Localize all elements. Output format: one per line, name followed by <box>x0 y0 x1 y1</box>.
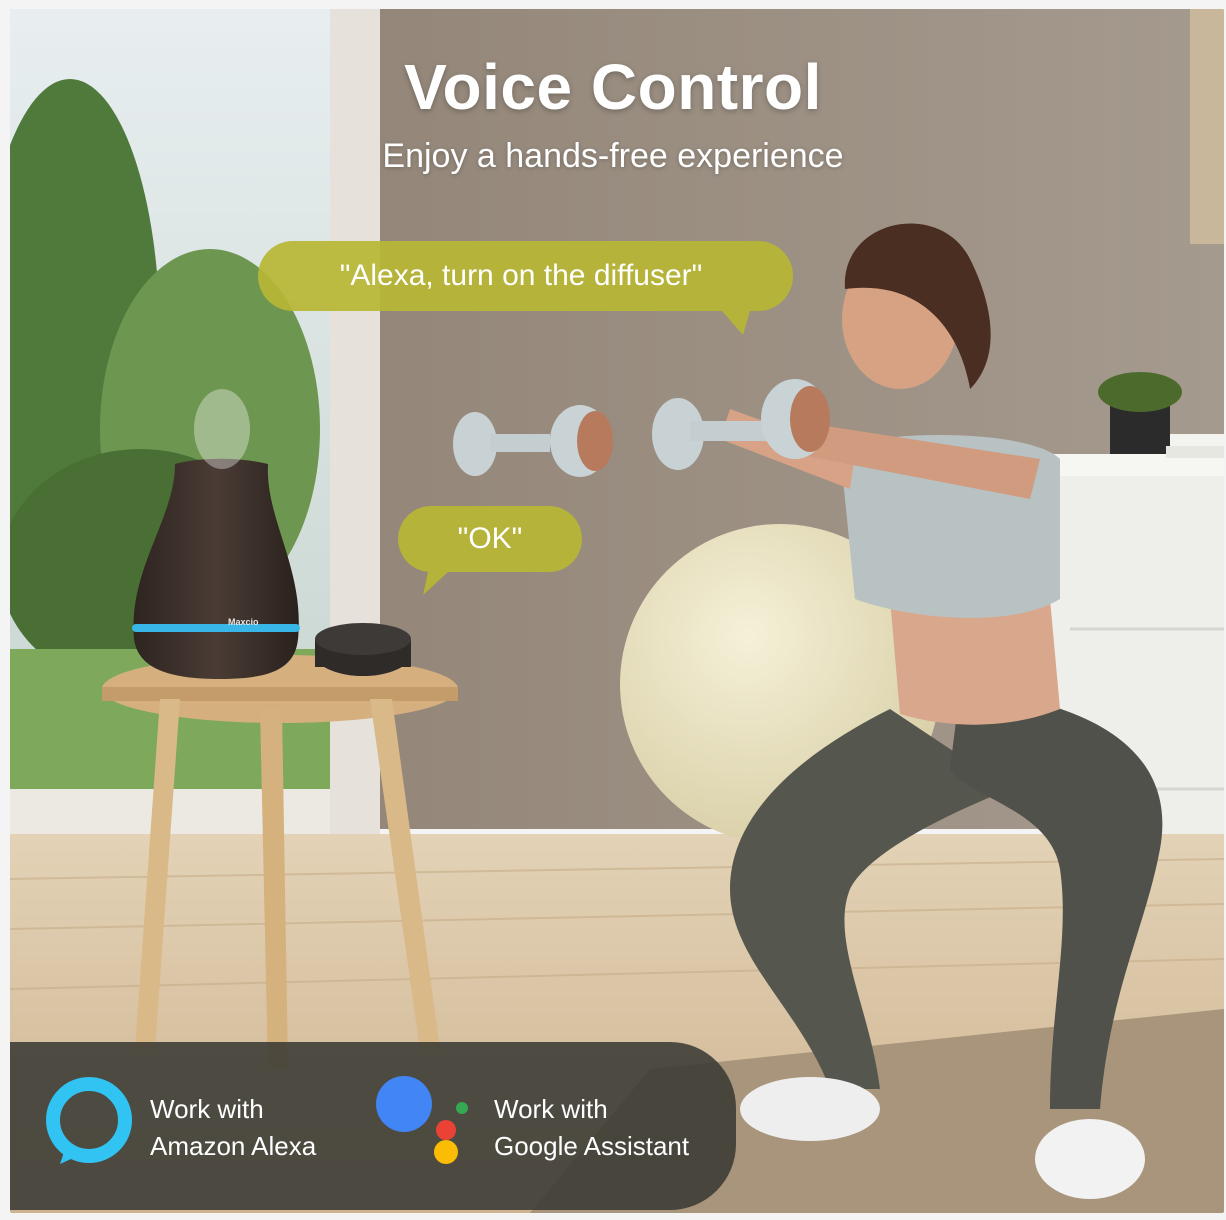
headline-subtitle: Enjoy a hands-free experience <box>382 137 844 175</box>
google-badge-text: Work with Google Assistant <box>494 1091 689 1165</box>
diffuser-brand-label: Maxcio <box>228 617 259 627</box>
alexa-badge-text: Work with Amazon Alexa <box>150 1091 316 1165</box>
google-badge-line2: Google Assistant <box>494 1131 690 1161</box>
speech-bubble-reply: "OK" <box>457 522 523 555</box>
headline-title: Voice Control <box>404 51 822 123</box>
alexa-badge-line1: Work with <box>150 1094 264 1124</box>
amazon-alexa-icon <box>46 1077 132 1164</box>
speech-bubble-command: "Alexa, turn on the diffuser" <box>339 259 703 292</box>
fitness-room-photo <box>10 9 1224 1213</box>
alexa-badge-line2: Amazon Alexa <box>150 1131 317 1161</box>
ad-frame: Maxcio <box>10 9 1224 1213</box>
google-badge-line1: Work with <box>494 1094 608 1124</box>
google-assistant-icon <box>376 1076 468 1164</box>
